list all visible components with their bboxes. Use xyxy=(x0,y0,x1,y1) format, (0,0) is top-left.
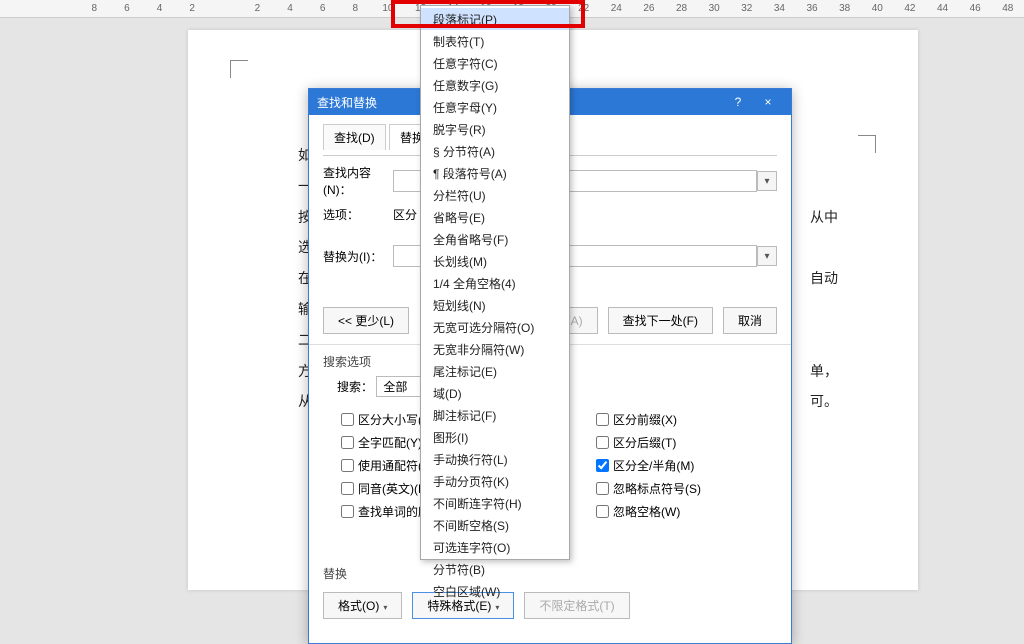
options-value: 区分 xyxy=(393,206,417,223)
check-prefix[interactable]: 区分前缀(X) xyxy=(592,408,777,428)
menu-item-full-ellipsis[interactable]: 全角省略号(F) xyxy=(421,228,569,250)
less-button[interactable]: << 更少(L) xyxy=(323,307,409,334)
menu-item-graphic[interactable]: 图形(I) xyxy=(421,426,569,448)
menu-item-quarter-em-space[interactable]: 1/4 全角空格(4) xyxy=(421,272,569,294)
menu-item-manual-line-break[interactable]: 手动换行符(L) xyxy=(421,448,569,470)
find-label: 查找内容(N)： xyxy=(323,164,393,198)
help-button[interactable]: ? xyxy=(723,95,753,109)
menu-item-footnote-mark[interactable]: 脚注标记(F) xyxy=(421,404,569,426)
doc-text: 自动 xyxy=(810,263,838,294)
check-ignore-space[interactable]: 忽略空格(W) xyxy=(592,500,777,520)
cancel-button[interactable]: 取消 xyxy=(723,307,777,334)
menu-item-tab-char[interactable]: 制表符(T) xyxy=(421,30,569,52)
menu-item-nonbreak-space[interactable]: 不间断空格(S) xyxy=(421,514,569,536)
menu-item-nonbreak-hyphen[interactable]: 不间断连字符(H) xyxy=(421,492,569,514)
menu-item-field[interactable]: 域(D) xyxy=(421,382,569,404)
menu-item-section-break[interactable]: 分节符(B) xyxy=(421,558,569,580)
menu-item-optional-hyphen[interactable]: 可选连字符(O) xyxy=(421,536,569,558)
check-ignore-punct[interactable]: 忽略标点符号(S) xyxy=(592,477,777,497)
find-next-button[interactable]: 查找下一处(F) xyxy=(608,307,713,334)
search-direction-label: 搜索： xyxy=(337,380,373,394)
doc-text: 单， xyxy=(810,356,838,387)
menu-item-en-dash[interactable]: 短划线(N) xyxy=(421,294,569,316)
menu-item-endnote-mark[interactable]: 尾注标记(E) xyxy=(421,360,569,382)
menu-item-caret[interactable]: 脱字号(R) xyxy=(421,118,569,140)
check-full-half-width[interactable]: 区分全/半角(M) xyxy=(592,454,777,474)
menu-item-optional-break[interactable]: 无宽可选分隔符(O) xyxy=(421,316,569,338)
doc-text: 从中 xyxy=(810,202,838,233)
menu-item-column-break[interactable]: 分栏符(U) xyxy=(421,184,569,206)
menu-item-manual-page-break[interactable]: 手动分页符(K) xyxy=(421,470,569,492)
format-button[interactable]: 格式(O)▾ xyxy=(323,592,402,619)
menu-item-paragraph-mark[interactable]: 段落标记(P) xyxy=(421,8,569,30)
doc-text: 可。 xyxy=(810,386,838,417)
chevron-down-icon: ▾ xyxy=(383,603,387,612)
find-dropdown[interactable]: ▾ xyxy=(757,171,777,191)
menu-item-any-digit[interactable]: 任意数字(G) xyxy=(421,74,569,96)
special-format-menu: 段落标记(P) 制表符(T) 任意字符(C) 任意数字(G) 任意字母(Y) 脱… xyxy=(420,5,570,560)
menu-item-any-letter[interactable]: 任意字母(Y) xyxy=(421,96,569,118)
chevron-down-icon: ▾ xyxy=(495,603,499,612)
close-button[interactable]: × xyxy=(753,95,783,109)
corner-tr-icon xyxy=(858,135,876,153)
replace-label: 替换为(I)： xyxy=(323,248,393,265)
menu-item-em-dash[interactable]: 长划线(M) xyxy=(421,250,569,272)
menu-item-paragraph-symbol[interactable]: ¶ 段落符号(A) xyxy=(421,162,569,184)
menu-item-no-width-nonbreak[interactable]: 无宽非分隔符(W) xyxy=(421,338,569,360)
menu-item-section[interactable]: § 分节符(A) xyxy=(421,140,569,162)
menu-item-any-char[interactable]: 任意字符(C) xyxy=(421,52,569,74)
corner-tl-icon xyxy=(230,60,248,78)
tab-find[interactable]: 查找(D) xyxy=(323,124,386,150)
check-suffix[interactable]: 区分后缀(T) xyxy=(592,431,777,451)
menu-item-ellipsis[interactable]: 省略号(E) xyxy=(421,206,569,228)
options-label: 选项： xyxy=(323,206,393,223)
replace-dropdown[interactable]: ▾ xyxy=(757,246,777,266)
